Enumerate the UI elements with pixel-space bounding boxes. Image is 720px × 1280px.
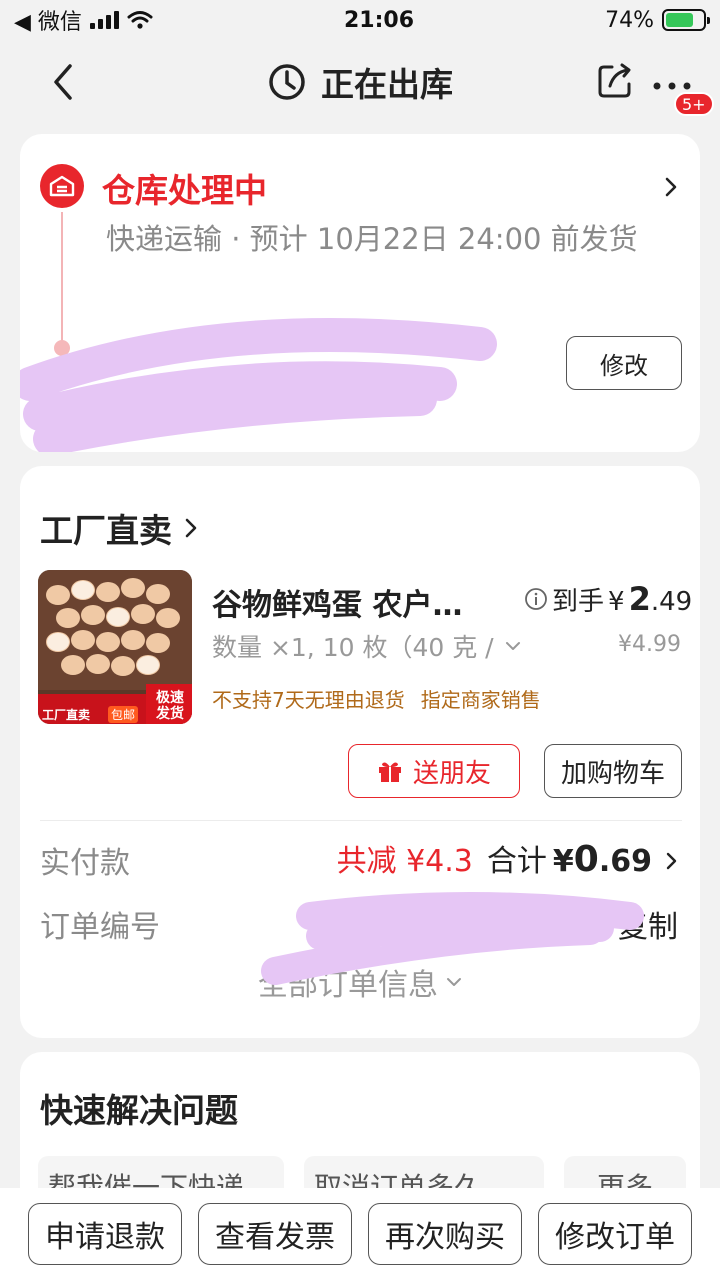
total-decimal: .69	[598, 844, 652, 879]
tag-no-return: 不支持7天无理由退货	[212, 688, 405, 712]
chevron-right-icon	[185, 518, 197, 538]
product-tags: 不支持7天无理由退货 指定商家销售	[212, 684, 541, 713]
signal-icon	[89, 11, 119, 29]
divider	[40, 820, 682, 821]
payment-label: 实付款	[40, 846, 130, 881]
buy-again-button[interactable]: 再次购买	[368, 1203, 522, 1265]
chevron-down-icon	[447, 978, 461, 986]
battery-percent: 74%	[605, 7, 654, 33]
discount-amount: 共减 ¥4.3	[336, 844, 473, 879]
price-integer: 2	[628, 580, 651, 618]
all-order-info-toggle[interactable]: 全部订单信息	[20, 960, 700, 1004]
total-amount: 合计 ¥0.69	[487, 836, 652, 880]
shipping-status-title: 仓库处理中	[102, 171, 267, 210]
shipping-description: 快递运输 · 预计 10月22日 24:00 前发货	[106, 222, 638, 256]
add-to-cart-button[interactable]: 加购物车	[544, 744, 682, 798]
battery-fill	[665, 13, 693, 27]
tag-designated-seller: 指定商家销售	[420, 688, 541, 712]
price-decimal: .49	[650, 587, 693, 617]
modify-address-button[interactable]: 修改	[566, 336, 682, 390]
final-price: 到手 ¥2.49	[524, 580, 692, 618]
chevron-right-icon[interactable]	[662, 174, 680, 200]
carrier-label: ◀ 微信	[14, 10, 82, 35]
thumb-label-fast: 极速发货	[156, 690, 184, 722]
refund-button[interactable]: 申请退款	[28, 1203, 182, 1265]
price-currency: ¥	[608, 587, 625, 617]
share-icon[interactable]	[596, 62, 634, 100]
clock-icon	[269, 64, 305, 100]
shipping-status-card[interactable]: 仓库处理中 快递运输 · 预计 10月22日 24:00 前发货 修改	[20, 134, 700, 452]
notification-badge: 5+	[674, 92, 714, 116]
price-prefix: 到手	[552, 587, 605, 617]
clock: 21:06	[343, 7, 415, 33]
quick-solve-title: 快速解决问题	[40, 1091, 238, 1130]
payment-summary[interactable]: 共减 ¥4.3 合计 ¥0.69	[337, 836, 678, 880]
send-gift-button[interactable]: 送朋友	[348, 744, 520, 798]
gift-icon	[378, 762, 401, 782]
send-gift-label: 送朋友	[412, 758, 491, 789]
status-bar: ◀ 微信 21:06 74%	[0, 0, 720, 40]
redaction-scribble	[20, 318, 497, 452]
page-title: 正在出库	[267, 58, 453, 106]
order-number-label: 订单编号	[40, 910, 160, 945]
chevron-right-icon	[666, 852, 677, 870]
warehouse-icon	[40, 164, 84, 208]
info-icon[interactable]	[524, 587, 548, 611]
product-spec[interactable]: 数量 ×1, 10 枚（40 克 /	[212, 628, 522, 664]
bottom-action-bar: 申请退款 查看发票 再次购买 修改订单	[0, 1188, 720, 1280]
product-thumbnail[interactable]: 工厂直卖 包邮 极速发货	[38, 570, 192, 724]
thumb-label-shipping: 包邮	[108, 706, 139, 723]
product-spec-text: 数量 ×1, 10 枚（40 克 /	[212, 633, 494, 662]
order-card: 工厂直卖 工厂直卖 包邮 极速发货 谷物鲜鸡蛋 农户… 到手 ¥ 2 .49 数…	[20, 466, 700, 1038]
all-order-info-label: 全部订单信息	[258, 968, 438, 1003]
product-name[interactable]: 谷物鲜鸡蛋 农户…	[212, 580, 462, 624]
original-price: ¥4.99	[618, 632, 681, 657]
total-integer: 0	[573, 839, 599, 880]
status-left: ◀ 微信	[14, 4, 153, 36]
timeline-dot	[54, 340, 70, 356]
store-name: 工厂直卖	[40, 511, 172, 550]
store-link[interactable]: 工厂直卖	[40, 504, 198, 552]
copy-order-number-button[interactable]: 复制	[618, 902, 678, 946]
thumb-label-factory: 工厂直卖	[42, 708, 91, 722]
battery-icon	[661, 9, 710, 31]
nav-bar: 正在出库 5+	[0, 40, 720, 124]
total-currency: ¥	[552, 844, 574, 879]
status-right: 74%	[605, 7, 710, 33]
back-icon[interactable]	[44, 60, 84, 104]
modify-order-button[interactable]: 修改订单	[538, 1203, 692, 1265]
page-title-text: 正在出库	[321, 65, 453, 104]
timeline-line	[61, 212, 63, 342]
wifi-icon	[127, 11, 153, 29]
view-invoice-button[interactable]: 查看发票	[198, 1203, 352, 1265]
chevron-down-icon	[505, 642, 520, 650]
total-prefix: 合计	[486, 844, 547, 879]
